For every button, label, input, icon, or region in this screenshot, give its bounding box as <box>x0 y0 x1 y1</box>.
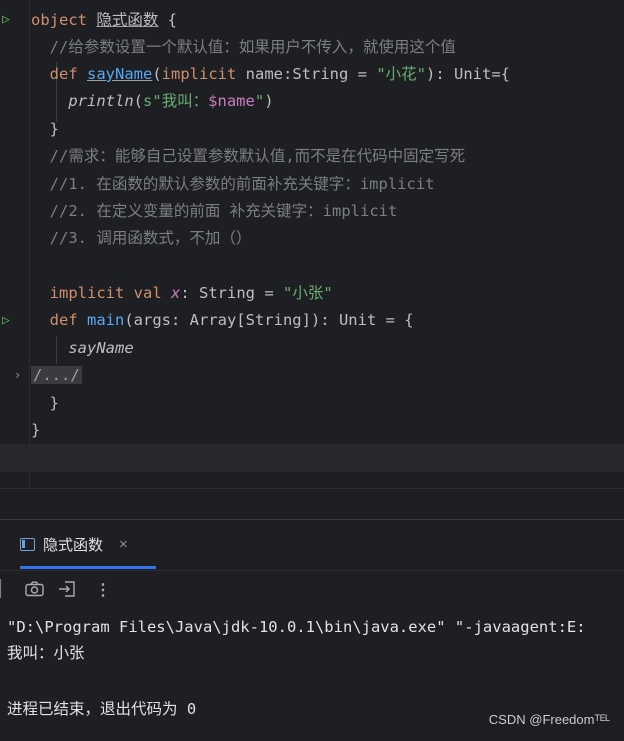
console-line: 我叫：小张 <box>7 644 85 662</box>
code-token: def <box>31 311 87 329</box>
code-line[interactable]: //给参数设置一个默认值：如果用户不传入，就使用这个值 <box>31 34 456 61</box>
code-token: sayName <box>87 65 153 83</box>
code-token: (args: Array[String]): Unit = { <box>124 311 414 329</box>
code-token: : String = <box>180 284 283 302</box>
run-object-icon[interactable]: ▷ <box>2 12 10 27</box>
code-token: $name <box>208 92 255 110</box>
code-token: } <box>31 421 41 439</box>
code-token: ( <box>133 92 143 110</box>
code-token: ) <box>264 92 274 110</box>
panel-divider <box>0 488 624 519</box>
code-token: implicit val <box>31 284 171 302</box>
code-token: { <box>158 11 178 29</box>
run-main-icon[interactable]: ▷ <box>2 313 10 328</box>
run-window-icon <box>20 537 35 551</box>
close-icon[interactable]: × <box>119 536 128 553</box>
code-line[interactable]: //1. 在函数的默认参数的前面补充关键字：implicit <box>31 171 435 198</box>
folded-code-region[interactable]: /.../ <box>31 366 82 384</box>
code-line[interactable]: def main(args: Array[String]): Unit = { <box>31 307 414 334</box>
code-token: println <box>68 92 134 110</box>
code-line[interactable]: sayName <box>31 335 134 362</box>
camera-icon[interactable] <box>25 581 44 601</box>
code-token: //1. 在函数的默认参数的前面补充关键字：implicit <box>31 175 435 193</box>
console-line: 进程已结束，退出代码为 0 <box>7 700 197 718</box>
code-token: } <box>31 394 59 412</box>
code-line[interactable]: //2. 在定义变量的前面 补充关键字：implicit <box>31 198 398 225</box>
watermark: CSDN @Freedomᵀᴱᴸ <box>474 700 624 740</box>
exit-icon[interactable] <box>58 581 76 601</box>
code-token: //给参数设置一个默认值：如果用户不传入，就使用这个值 <box>31 38 456 56</box>
code-token: x <box>170 284 181 302</box>
code-token: } <box>31 120 59 138</box>
code-token: ): Unit={ <box>426 65 510 83</box>
code-line[interactable]: implicit val x: String = "小张" <box>31 280 333 307</box>
code-line[interactable]: def sayName(implicit name:String = "小花")… <box>31 61 510 88</box>
code-line[interactable]: object 隐式函数 { <box>31 7 177 34</box>
code-token: s"我叫： <box>143 92 209 110</box>
code-token: " <box>254 92 265 110</box>
console-line: "D:\Program Files\Java\jdk-10.0.1\bin\ja… <box>7 618 586 636</box>
code-line[interactable]: } <box>31 417 40 444</box>
code-line[interactable]: //3. 调用函数式，不加（） <box>31 225 252 252</box>
active-tab-indicator <box>20 566 156 569</box>
tab-label: 隐式函数 <box>43 536 104 554</box>
code-token: main <box>87 311 125 329</box>
current-line-highlight <box>0 444 624 472</box>
toolbar-edge-icon: ▏ <box>0 579 10 598</box>
code-token: //需求：能够自己设置参数默认值,而不是在代码中固定写死 <box>31 147 466 165</box>
code-token: name:String = <box>245 65 377 83</box>
code-token: object <box>31 11 97 29</box>
code-token: //3. 调用函数式，不加（） <box>31 229 252 247</box>
code-token: ( <box>152 65 162 83</box>
code-editor[interactable]: ▷ ▷ › object 隐式函数 { //给参数设置一个默认值：如果用户不传入… <box>0 0 624 488</box>
code-token: "小张" <box>282 284 333 302</box>
more-icon[interactable]: ⋮ <box>95 581 111 599</box>
code-line[interactable]: } <box>31 390 59 417</box>
code-token: implicit <box>161 65 246 83</box>
code-token: def <box>31 65 87 83</box>
code-line[interactable]: } <box>31 116 59 143</box>
code-line[interactable]: println(s"我叫：$name") <box>31 88 274 115</box>
gutter-divider <box>29 0 30 488</box>
code-token: sayName <box>68 339 134 357</box>
code-token: 隐式函数 <box>96 11 159 29</box>
code-token: //2. 在定义变量的前面 补充关键字：implicit <box>31 202 398 220</box>
fold-expand-icon[interactable]: › <box>14 368 21 382</box>
run-toolbar: ▏ ⋮ <box>0 570 624 609</box>
code-token: "小花" <box>376 65 426 83</box>
tab-run-config[interactable]: 隐式函数 × <box>20 528 128 560</box>
code-line[interactable]: //需求：能够自己设置参数默认值,而不是在代码中固定写死 <box>31 143 466 170</box>
code-line[interactable]: /.../ <box>31 362 82 389</box>
